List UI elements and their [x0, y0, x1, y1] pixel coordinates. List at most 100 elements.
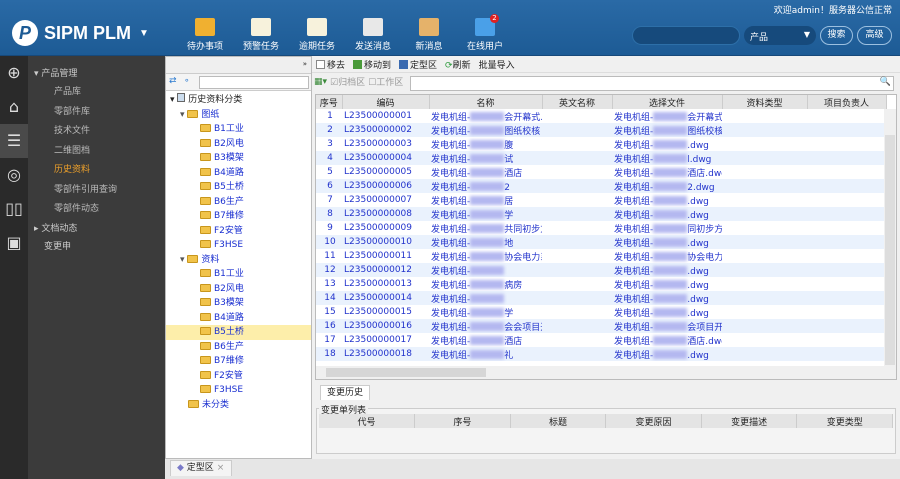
table-row[interactable]: 16L23500000016发电机组-会会项目开...发电机组-会项目开... [316, 319, 886, 333]
tree-node[interactable]: B5土桥 [166, 180, 311, 195]
database-icon[interactable]: ☰ [0, 124, 28, 158]
history-column-header[interactable]: 代号 [319, 414, 416, 428]
nav-item-change[interactable]: 变更申 [28, 238, 165, 256]
table-row[interactable]: 2L23500000002发电机组-图纸校核发电机组-图纸校核.d... [316, 123, 886, 137]
refresh-button[interactable]: ⟳刷新 [445, 58, 471, 71]
column-header[interactable]: 选择文件 [612, 95, 723, 109]
nav-item[interactable]: 技术文件 [28, 122, 165, 142]
grid-search-input[interactable]: 🔍 [410, 76, 894, 91]
table-row[interactable]: 9 L23500000009 发电机组- 共同初步方... 发电机组- 同初步方... [316, 221, 886, 235]
toolbar-online-users[interactable]: 2 在线用户 [455, 14, 515, 52]
table-row[interactable]: 10 L23500000010 发电机组- 地发电机组- .dwg [316, 235, 886, 249]
tree-filter-select[interactable]: » [166, 57, 311, 74]
sync-icon[interactable]: ⇄ [169, 76, 177, 86]
toolbar-overdue-task[interactable]: 逾期任务 [287, 18, 347, 52]
id-card-icon[interactable]: ▣ [0, 226, 28, 260]
chevron-down-icon[interactable]: ▼ [139, 28, 149, 39]
table-row[interactable]: 6 L23500000006 发电机组- 2 发电机组- 2.dwg [316, 179, 886, 193]
search-button[interactable]: 搜索 [820, 26, 853, 45]
history-column-header[interactable]: 变更原因 [605, 414, 702, 428]
toolbar-new-message[interactable]: 新消息 [399, 18, 459, 52]
tree-node[interactable]: B3模架 [166, 151, 311, 166]
tree-icon[interactable]: ∘ [184, 76, 190, 86]
expand-icon[interactable]: ▾ [180, 255, 185, 265]
tree-node[interactable]: B6生产 [166, 195, 311, 210]
column-header[interactable]: 编码 [342, 95, 430, 109]
table-row[interactable]: 1 L23500000001 发电机组- 会开幕式... 发电机组- 会开幕式... [316, 109, 886, 123]
app-logo[interactable]: P SIPM PLM ▼ [12, 20, 149, 46]
tab-finalize-area[interactable]: ◆ 定型区 × [170, 460, 232, 476]
nav-item[interactable]: 历史资料 [28, 161, 165, 181]
table-row[interactable]: 8 L23500000008 发电机组- 学发电机组- .dwg [316, 207, 886, 221]
nav-item[interactable]: 零部件引用查询 [28, 181, 165, 201]
tree-node[interactable]: B7维修 [166, 354, 311, 369]
tree-node[interactable]: B1工业 [166, 267, 311, 282]
tree-node[interactable]: B7维修 [166, 209, 311, 224]
remove-button[interactable]: 移去 [316, 58, 345, 71]
search-type-select[interactable]: 产品 ▼ [744, 26, 816, 45]
history-column-header[interactable]: 序号 [414, 414, 511, 428]
table-row[interactable]: 5 L23500000005 发电机组- 酒店 发电机组- 酒店.dwg [316, 165, 886, 179]
table-row[interactable]: 4 L23500000004 发电机组- 试发电机组-l.dwg [316, 151, 886, 165]
expand-icon[interactable]: ▾ [180, 110, 185, 120]
nav-item[interactable]: 二维图档 [28, 142, 165, 162]
move-to-button[interactable]: 移动到 [353, 58, 391, 71]
toolbar-send-message[interactable]: 发送消息 [343, 18, 403, 52]
table-row[interactable]: 3 L23500000003 发电机组- 腹 发电机组- .dwg [316, 137, 886, 151]
horizontal-scrollbar[interactable] [316, 366, 896, 379]
tab-change-history[interactable]: 变更历史 [320, 385, 371, 400]
tree-node[interactable]: F2安管 [166, 369, 311, 384]
table-row[interactable]: 12 L23500000012 发电机组- 发电机组- .dwg [316, 263, 886, 277]
search-icon[interactable]: 🔍 [880, 77, 891, 87]
history-column-header[interactable]: 变更描述 [701, 414, 798, 428]
tree-node[interactable]: B1工业 [166, 122, 311, 137]
archive-checkbox[interactable]: ☑归档区 [330, 75, 365, 88]
finalize-button[interactable]: 定型区 [399, 58, 437, 71]
tree-search-input[interactable] [199, 76, 309, 89]
tree-node[interactable]: F3HSE [166, 383, 311, 398]
table-row[interactable]: 11 L23500000011 发电机组- 协会电力系... 发电机组- 协会电力系... [316, 249, 886, 263]
tree-node-uncategorized[interactable]: 未分类 [166, 398, 311, 413]
column-header[interactable]: 英文名称 [542, 95, 613, 109]
nav-item[interactable]: 零部件动态 [28, 200, 165, 220]
tree-root[interactable]: ▾ 历史资料分类 [166, 93, 311, 108]
tree-node[interactable]: B4道路 [166, 311, 311, 326]
nav-item[interactable]: 产品库 [28, 83, 165, 103]
tree-node[interactable]: B2风电 [166, 282, 311, 297]
tree-node-group[interactable]: ▾ 图纸 [166, 108, 311, 123]
batch-import-button[interactable]: 批量导入 [479, 58, 515, 71]
tree-node[interactable]: B5土桥 [166, 325, 311, 340]
close-icon[interactable]: × [217, 463, 225, 473]
history-column-header[interactable]: 标题 [510, 414, 607, 428]
table-row[interactable]: 14 L23500000014 发电机组- 发电机组- .dwg [316, 291, 886, 305]
column-menu-button[interactable]: ▦▾ [314, 77, 327, 87]
table-row[interactable]: 18 L23500000018 发电机组- 礼发电机组- .dwg [316, 347, 886, 361]
book-icon[interactable]: ▯▯ [0, 192, 28, 226]
tree-node[interactable]: F2安管 [166, 224, 311, 239]
tree-node[interactable]: B4道路 [166, 166, 311, 181]
sipm-search-icon[interactable]: ⊕ [0, 56, 28, 90]
toolbar-todo[interactable]: 待办事项 [175, 18, 235, 52]
broadcast-icon[interactable]: ◎ [0, 158, 28, 192]
column-header[interactable]: 资料类型 [722, 95, 808, 109]
tree-node-group[interactable]: ▾ 资料 [166, 253, 311, 268]
nav-item[interactable]: 零部件库 [28, 103, 165, 123]
table-row[interactable]: 17 L23500000017 发电机组- 酒店 发电机组- 酒店.dwg [316, 333, 886, 347]
header-search-input[interactable] [632, 26, 740, 45]
home-icon[interactable]: ⌂ [0, 90, 28, 124]
advanced-search-button[interactable]: 高级 [857, 26, 892, 45]
column-header[interactable]: 名称 [429, 95, 543, 109]
history-column-header[interactable]: 变更类型 [796, 414, 893, 428]
table-row[interactable]: 13 L23500000013 发电机组- 病房 发电机组- .dwg [316, 277, 886, 291]
nav-group-documents[interactable]: ▸ 文档动态 [28, 220, 165, 238]
toolbar-warning-task[interactable]: 预警任务 [231, 18, 291, 52]
work-area-checkbox[interactable]: ☐工作区 [368, 75, 403, 88]
tree-node[interactable]: B2风电 [166, 137, 311, 152]
vertical-scrollbar[interactable] [884, 109, 896, 366]
table-row[interactable]: 7 L23500000007 发电机组- 居 发电机组- .dwg [316, 193, 886, 207]
nav-group-product[interactable]: ▾ 产品管理 [28, 65, 165, 83]
tree-node[interactable]: B3模架 [166, 296, 311, 311]
tree-node[interactable]: F3HSE [166, 238, 311, 253]
tree-node[interactable]: B6生产 [166, 340, 311, 355]
table-row[interactable]: 15 L23500000015 发电机组- 学 发电机组- .dwg [316, 305, 886, 319]
